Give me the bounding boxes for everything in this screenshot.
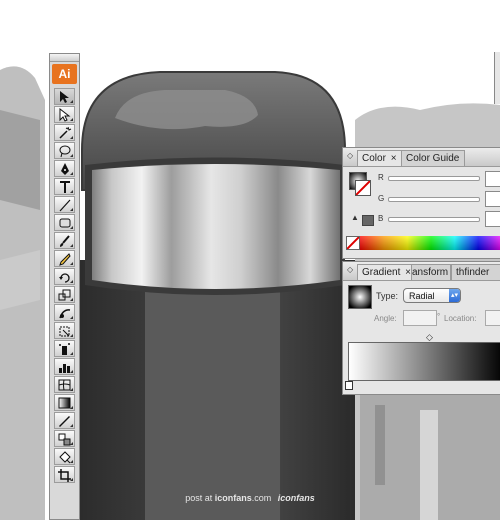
gradient-panel: ◇ Gradient × ansform thfinder Type: Radi… (342, 261, 500, 395)
tools-panel: Ai (49, 53, 80, 520)
selection-tool-button[interactable] (54, 88, 75, 105)
flyout-indicator-icon (70, 424, 73, 427)
tab-gradient[interactable]: Gradient × (357, 264, 413, 280)
rectangle-tool-button[interactable] (54, 214, 75, 231)
tab-pathfinder[interactable]: thfinder (451, 264, 500, 280)
flyout-indicator-icon (70, 478, 73, 481)
flyout-indicator-icon (70, 352, 73, 355)
flyout-indicator-icon (70, 172, 73, 175)
tab-transform[interactable]: ansform (411, 264, 451, 280)
warp-tool-button[interactable] (54, 304, 75, 321)
flyout-indicator-icon (70, 370, 73, 373)
g-slider[interactable] (388, 197, 480, 202)
tab-color[interactable]: Color × (357, 150, 403, 166)
location-label: Location: (444, 314, 477, 323)
flyout-indicator-icon (70, 460, 73, 463)
live-paint-bucket-tool-button[interactable] (54, 448, 75, 465)
flyout-indicator-icon (70, 406, 73, 409)
pencil-tool-button[interactable] (54, 250, 75, 267)
color-panel-tabbar: ◇ Color × Color Guide (343, 148, 500, 167)
type-tool-button[interactable] (54, 178, 75, 195)
footer-watermark: post at iconfans.com iconfans (185, 493, 315, 503)
r-slider[interactable] (388, 176, 480, 181)
gradient-type-select[interactable]: Radial ▴▾ (403, 288, 461, 303)
channel-label-r: R (378, 173, 384, 182)
none-swatch[interactable] (346, 236, 360, 250)
paintbrush-tool-button[interactable] (54, 232, 75, 249)
flyout-indicator-icon (70, 388, 73, 391)
location-field[interactable] (485, 310, 500, 326)
channel-label-g: G (378, 194, 385, 203)
stroke-swatch[interactable] (355, 180, 371, 196)
eyedropper-tool-button[interactable] (54, 412, 75, 429)
gradient-tool-button[interactable] (54, 394, 75, 411)
gradient-color-stop[interactable] (345, 381, 353, 390)
degree-symbol: ° (437, 312, 441, 321)
type-label: Type: (376, 291, 399, 301)
mesh-tool-button[interactable] (54, 376, 75, 393)
flyout-indicator-icon (70, 298, 73, 301)
gradient-preview-swatch[interactable] (348, 285, 372, 309)
free-transform-tool-button[interactable] (54, 322, 75, 339)
flyout-indicator-icon (70, 190, 73, 193)
flyout-indicator-icon (70, 208, 73, 211)
illustrator-logo: Ai (52, 64, 77, 84)
lasso-tool-button[interactable] (54, 142, 75, 159)
column-graph-tool-button[interactable] (54, 358, 75, 375)
flyout-indicator-icon (70, 262, 73, 265)
pen-tool-button[interactable] (54, 160, 75, 177)
b-slider[interactable] (388, 217, 480, 222)
crop-tool-button[interactable] (54, 466, 75, 483)
web-safe-swatch[interactable] (362, 215, 374, 226)
gradient-slider-bar[interactable] (348, 342, 500, 381)
flyout-indicator-icon (70, 334, 73, 337)
flyout-indicator-icon (70, 100, 73, 103)
out-of-gamut-icon[interactable]: ▲ (351, 213, 359, 222)
flyout-indicator-icon (70, 226, 73, 229)
gradient-panel-tabbar: ◇ Gradient × ansform thfinder (343, 262, 500, 281)
flyout-indicator-icon (70, 154, 73, 157)
r-value-field[interactable] (485, 171, 500, 187)
window-edge (494, 52, 500, 104)
channel-label-b: B (378, 214, 384, 223)
direct-selection-tool-button[interactable] (54, 106, 75, 123)
b-value-field[interactable] (485, 211, 500, 227)
angle-field[interactable] (403, 310, 437, 326)
magic-wand-tool-button[interactable] (54, 124, 75, 141)
flyout-indicator-icon (70, 118, 73, 121)
rotate-tool-button[interactable] (54, 268, 75, 285)
line-tool-button[interactable] (54, 196, 75, 213)
flyout-indicator-icon (70, 244, 73, 247)
panel-collapse-icon[interactable]: ◇ (347, 265, 353, 274)
color-spectrum-bar[interactable] (360, 236, 500, 250)
angle-label: Angle: (374, 314, 397, 323)
g-value-field[interactable] (485, 191, 500, 207)
select-arrows-icon: ▴▾ (449, 289, 460, 302)
flyout-indicator-icon (70, 442, 73, 445)
blend-tool-button[interactable] (54, 430, 75, 447)
tab-color-guide[interactable]: Color Guide (401, 150, 465, 166)
color-panel: ◇ Color × Color Guide R G ▲ B (342, 147, 500, 259)
symbol-sprayer-tool-button[interactable] (54, 340, 75, 357)
flyout-indicator-icon (70, 316, 73, 319)
flyout-indicator-icon (70, 136, 73, 139)
tools-panel-grip[interactable] (50, 54, 79, 62)
flyout-indicator-icon (70, 280, 73, 283)
close-tab-icon[interactable]: × (391, 153, 397, 164)
scale-tool-button[interactable] (54, 286, 75, 303)
panel-collapse-icon[interactable]: ◇ (347, 151, 353, 160)
